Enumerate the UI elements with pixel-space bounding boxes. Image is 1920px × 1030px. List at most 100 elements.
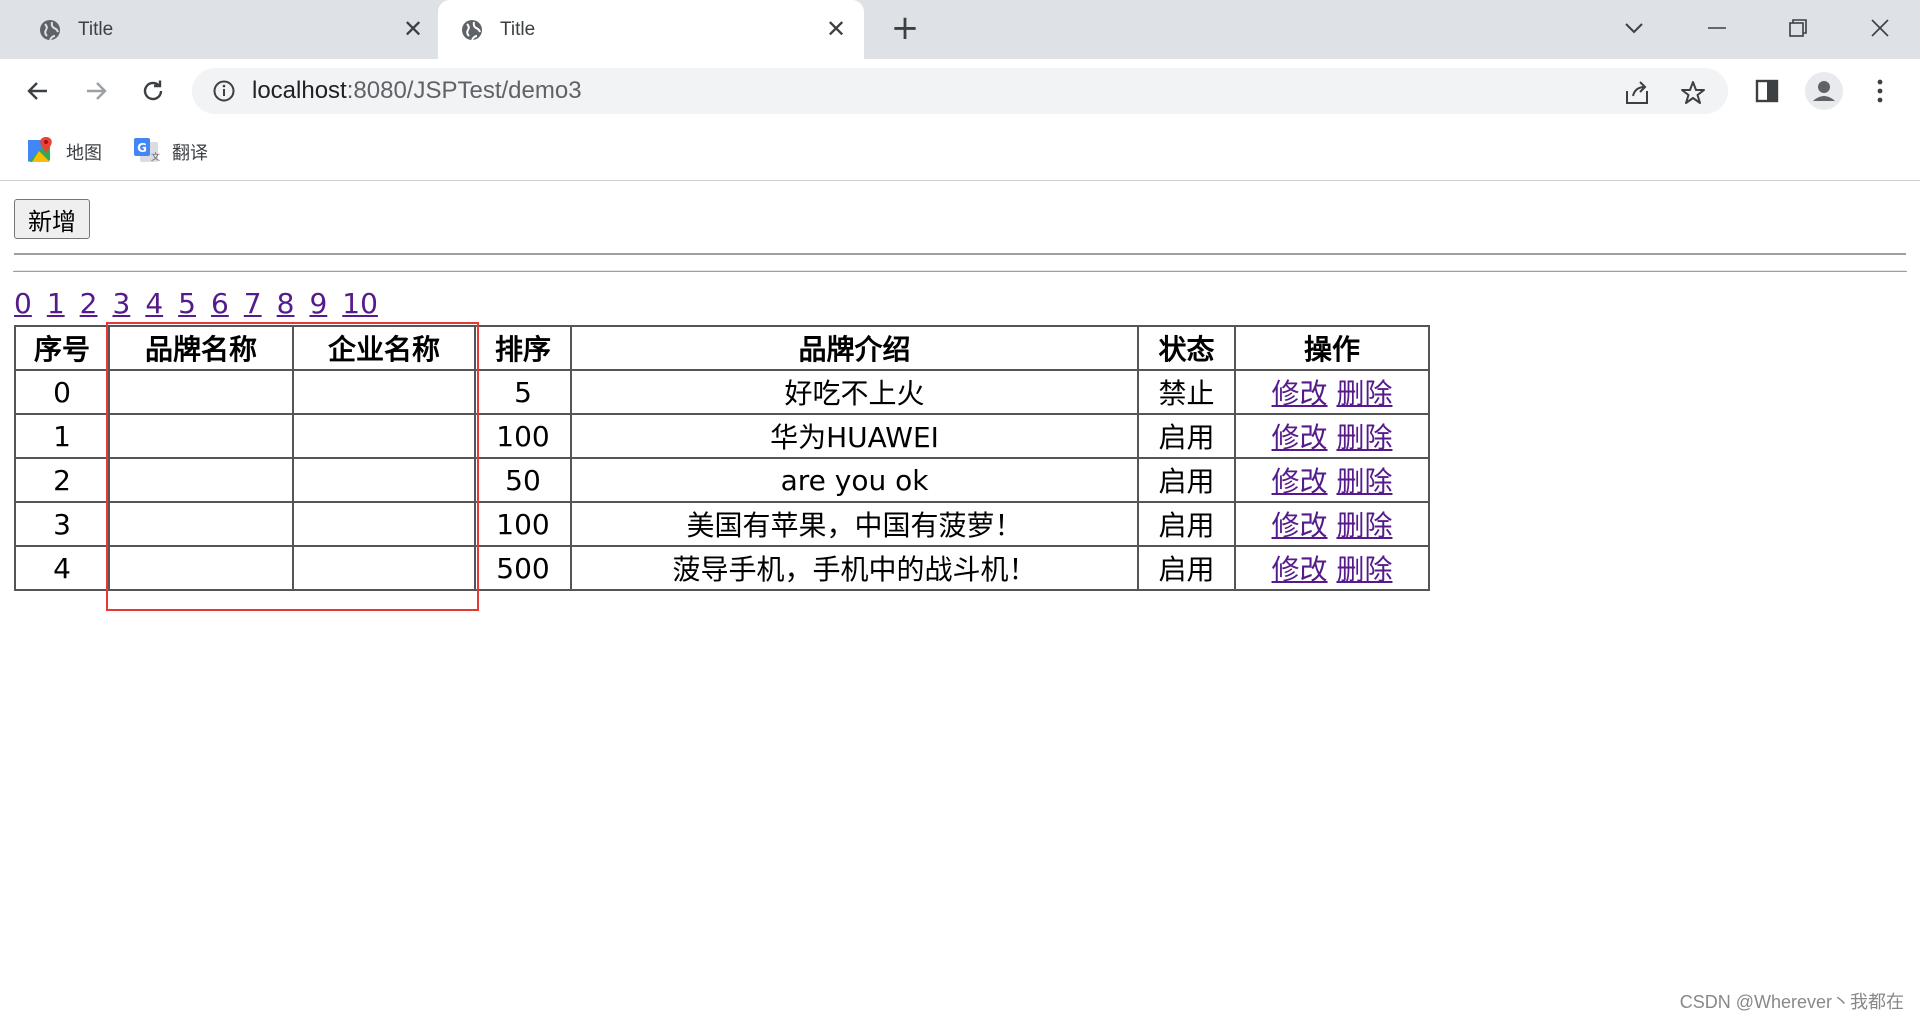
header-description: 品牌介绍 xyxy=(570,325,1139,371)
bookmark-translate[interactable]: G文 翻译 xyxy=(132,135,208,169)
tab-inactive[interactable]: Title ✕ xyxy=(0,0,438,59)
page-link-0[interactable]: 0 xyxy=(14,287,32,320)
cell-order: 500 xyxy=(474,545,572,591)
delete-link[interactable]: 删除 xyxy=(1336,553,1392,586)
pagination: 0 1 2 3 4 5 6 7 8 9 10 xyxy=(14,287,393,320)
page-link-3[interactable]: 3 xyxy=(112,287,130,320)
cell-brand-name xyxy=(108,457,294,503)
delete-link[interactable]: 删除 xyxy=(1336,509,1392,542)
cell-status: 启用 xyxy=(1137,501,1236,547)
table-row: 4 500 菠导手机，手机中的战斗机！ 启用 修改 删除 xyxy=(14,545,1430,591)
cell-brand-name xyxy=(108,545,294,591)
header-brand-name: 品牌名称 xyxy=(108,325,294,371)
cell-status: 启用 xyxy=(1137,413,1236,459)
translate-icon: G文 xyxy=(132,136,160,168)
delete-link[interactable]: 删除 xyxy=(1336,421,1392,454)
address-bar[interactable]: localhost:8080/JSPTest/demo3 xyxy=(192,68,1728,114)
close-icon[interactable]: ✕ xyxy=(823,15,849,43)
cell-id: 1 xyxy=(14,413,110,459)
edit-link[interactable]: 修改 xyxy=(1272,421,1328,454)
url-text: localhost:8080/JSPTest/demo3 xyxy=(252,68,582,114)
cell-company-name xyxy=(292,501,476,547)
edit-link[interactable]: 修改 xyxy=(1272,465,1328,498)
tab-active[interactable]: Title ✕ xyxy=(438,0,864,59)
svg-text:G: G xyxy=(137,141,147,155)
profile-avatar-icon[interactable] xyxy=(1804,71,1844,111)
page-link-1[interactable]: 1 xyxy=(47,287,65,320)
globe-icon xyxy=(460,18,484,42)
svg-text:文: 文 xyxy=(151,151,160,163)
cell-id: 3 xyxy=(14,501,110,547)
cell-description: 菠导手机，手机中的战斗机！ xyxy=(570,545,1139,591)
edit-link[interactable]: 修改 xyxy=(1272,377,1328,410)
share-icon[interactable] xyxy=(1622,78,1652,108)
new-tab-button[interactable]: + xyxy=(890,11,920,45)
cell-actions: 修改 删除 xyxy=(1234,501,1430,547)
table-row: 3 100 美国有苹果，中国有菠萝！ 启用 修改 删除 xyxy=(14,501,1430,547)
table-row: 2 50 are you ok 启用 修改 删除 xyxy=(14,457,1430,503)
table-header-row: 序号 品牌名称 企业名称 排序 品牌介绍 状态 操作 xyxy=(14,325,1430,371)
header-company-name: 企业名称 xyxy=(292,325,476,371)
info-icon[interactable] xyxy=(212,79,236,103)
tab-search-icon[interactable] xyxy=(1614,10,1654,46)
table-row: 0 5 好吃不上火 禁止 修改 删除 xyxy=(14,369,1430,415)
page-link-6[interactable]: 6 xyxy=(211,287,229,320)
cell-status: 禁止 xyxy=(1137,369,1236,415)
url-path: :8080/JSPTest/demo3 xyxy=(346,77,582,104)
brand-table: 序号 品牌名称 企业名称 排序 品牌介绍 状态 操作 0 5 好吃不上火 禁止 … xyxy=(14,325,1430,591)
cell-status: 启用 xyxy=(1137,545,1236,591)
horizontal-rule xyxy=(13,253,1907,272)
cell-brand-name xyxy=(108,501,294,547)
page-link-8[interactable]: 8 xyxy=(277,287,295,320)
cell-brand-name xyxy=(108,413,294,459)
side-panel-icon[interactable] xyxy=(1747,71,1787,111)
forward-icon[interactable] xyxy=(76,71,116,111)
menu-kebab-icon[interactable] xyxy=(1860,71,1900,111)
page-link-2[interactable]: 2 xyxy=(80,287,98,320)
bookmark-label: 翻译 xyxy=(172,143,208,164)
cell-actions: 修改 删除 xyxy=(1234,457,1430,503)
tab-title: Title xyxy=(500,18,536,40)
page-link-7[interactable]: 7 xyxy=(244,287,262,320)
delete-link[interactable]: 删除 xyxy=(1336,465,1392,498)
url-host: localhost xyxy=(252,77,347,104)
header-id: 序号 xyxy=(14,325,110,371)
bookmarks-bar: 地图 G文 翻译 xyxy=(0,123,1920,181)
header-status: 状态 xyxy=(1137,325,1236,371)
cell-actions: 修改 删除 xyxy=(1234,545,1430,591)
globe-icon xyxy=(38,18,62,42)
maps-icon xyxy=(26,136,54,168)
page-link-10[interactable]: 10 xyxy=(342,287,378,320)
window-close-icon[interactable] xyxy=(1860,10,1900,46)
cell-order: 50 xyxy=(474,457,572,503)
page-link-9[interactable]: 9 xyxy=(309,287,327,320)
add-button[interactable]: 新增 xyxy=(14,199,90,239)
edit-link[interactable]: 修改 xyxy=(1272,553,1328,586)
cell-company-name xyxy=(292,545,476,591)
restore-icon[interactable] xyxy=(1778,10,1818,46)
cell-status: 启用 xyxy=(1137,457,1236,503)
table-row: 1 100 华为HUAWEI 启用 修改 删除 xyxy=(14,413,1430,459)
cell-company-name xyxy=(292,413,476,459)
page-link-4[interactable]: 4 xyxy=(145,287,163,320)
close-icon[interactable]: ✕ xyxy=(400,15,426,43)
page-link-5[interactable]: 5 xyxy=(178,287,196,320)
cell-order: 100 xyxy=(474,501,572,547)
edit-link[interactable]: 修改 xyxy=(1272,509,1328,542)
page-content: 新增 0 1 2 3 4 5 6 7 8 9 10 序号 品牌名称 企业名称 排序 品牌介绍 状态 … xyxy=(0,182,1920,1030)
cell-description: 华为HUAWEI xyxy=(570,413,1139,459)
bookmark-star-icon[interactable] xyxy=(1678,78,1708,108)
cell-description: 好吃不上火 xyxy=(570,369,1139,415)
delete-link[interactable]: 删除 xyxy=(1336,377,1392,410)
cell-company-name xyxy=(292,457,476,503)
tab-title: Title xyxy=(78,18,114,40)
reload-icon[interactable] xyxy=(133,71,173,111)
back-icon[interactable] xyxy=(18,71,58,111)
cell-actions: 修改 删除 xyxy=(1234,413,1430,459)
cell-description: 美国有苹果，中国有菠萝！ xyxy=(570,501,1139,547)
cell-brand-name xyxy=(108,369,294,415)
watermark: CSDN @Wherever丶我都在 xyxy=(1679,992,1904,1012)
minimize-icon[interactable] xyxy=(1697,10,1737,46)
bookmark-label: 地图 xyxy=(66,143,102,164)
bookmark-maps[interactable]: 地图 xyxy=(26,135,102,169)
